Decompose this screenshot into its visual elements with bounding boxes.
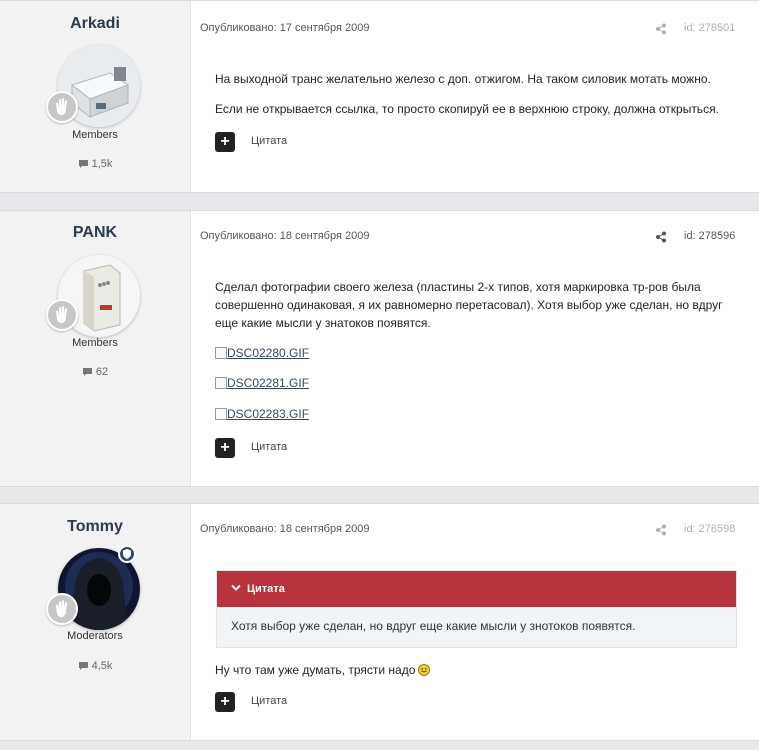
rank-badge bbox=[46, 91, 78, 123]
image-link[interactable]: DSC02281.GIF bbox=[215, 375, 309, 391]
quote-button[interactable]: Цитата bbox=[251, 441, 287, 453]
group-label: Members bbox=[72, 337, 118, 349]
multiquote-button[interactable]: + bbox=[215, 438, 235, 458]
moderator-badge bbox=[118, 545, 136, 563]
post-text: еще какие мысли у знатоков появятся. bbox=[215, 316, 431, 330]
post-id[interactable]: id: 278596 bbox=[684, 230, 735, 242]
post-tommy: Tommy Moderators 4,5k Опубликовано: 18 с… bbox=[0, 503, 759, 741]
broken-image-icon bbox=[215, 347, 227, 359]
plus-icon: + bbox=[220, 439, 230, 456]
post-id[interactable]: id: 278501 bbox=[684, 22, 735, 34]
quote-text: Хотя выбор уже сделан, но вдруг еще каки… bbox=[231, 619, 636, 633]
post-text: На выходной транс желательно железо с до… bbox=[215, 72, 711, 86]
plus-icon: + bbox=[220, 133, 230, 150]
rank-hand-icon bbox=[56, 600, 67, 617]
author-panel: Arkadi Members 1,5k bbox=[0, 1, 191, 192]
multiquote-button[interactable]: + bbox=[215, 692, 235, 712]
quote-header[interactable]: Цитата bbox=[217, 571, 736, 607]
smiley-icon bbox=[418, 664, 431, 676]
post-id[interactable]: id: 278598 bbox=[684, 523, 735, 535]
share-icon[interactable] bbox=[655, 231, 667, 243]
post-date[interactable]: Опубликовано: 18 сентября 2009 bbox=[200, 523, 369, 535]
group-label: Members bbox=[72, 129, 118, 141]
comment-icon bbox=[78, 160, 88, 168]
comment-icon bbox=[78, 662, 88, 670]
post-date[interactable]: Опубликовано: 17 сентября 2009 bbox=[200, 22, 369, 34]
share-icon[interactable] bbox=[655, 23, 667, 35]
share-icon[interactable] bbox=[655, 524, 667, 536]
broken-image-icon bbox=[215, 377, 227, 389]
author-panel: PANK Members 62 bbox=[0, 211, 191, 486]
broken-image-icon bbox=[215, 408, 227, 420]
quote-button[interactable]: Цитата bbox=[251, 695, 287, 707]
post-text: Ну что там уже думать, трясти надо bbox=[215, 661, 431, 679]
post-arkadi: Arkadi Members 1,5k Опубликовано: 17 сен… bbox=[0, 0, 759, 193]
rank-badge bbox=[46, 593, 78, 625]
multiquote-button[interactable]: + bbox=[215, 132, 235, 152]
post-count: 1,5k bbox=[0, 158, 190, 170]
author-name[interactable]: Arkadi bbox=[0, 15, 190, 33]
image-link[interactable]: DSC02283.GIF bbox=[215, 406, 309, 422]
author-name[interactable]: PANK bbox=[0, 224, 190, 242]
comment-icon bbox=[82, 368, 92, 376]
rank-hand-icon bbox=[56, 306, 67, 323]
plus-icon: + bbox=[220, 693, 230, 710]
rank-hand-icon bbox=[56, 98, 67, 115]
quote-block: Цитата Хотя выбор уже сделан, но вдруг е… bbox=[216, 570, 737, 648]
author-panel: Tommy Moderators 4,5k bbox=[0, 504, 191, 740]
post-text: совершенно одинаковая, я их равномерно п… bbox=[215, 298, 723, 312]
quote-title: Цитата bbox=[247, 583, 285, 595]
post-count: 4,5k bbox=[0, 660, 190, 672]
post-count: 62 bbox=[0, 366, 190, 378]
post-text: Сделал фотографии своего железа (пластин… bbox=[215, 280, 701, 294]
group-label: Moderators bbox=[67, 630, 123, 642]
shield-icon bbox=[123, 549, 131, 559]
rank-badge bbox=[46, 299, 78, 331]
quote-button[interactable]: Цитата bbox=[251, 135, 287, 147]
post-pank: PANK Members 62 Опубликовано: 18 сентябр… bbox=[0, 210, 759, 487]
author-name[interactable]: Tommy bbox=[0, 518, 190, 536]
chevron-down-icon bbox=[231, 571, 241, 607]
post-date[interactable]: Опубликовано: 18 сентября 2009 bbox=[200, 230, 369, 242]
post-text: Если не открывается ссылка, то просто ск… bbox=[215, 102, 719, 116]
image-link[interactable]: DSC02280.GIF bbox=[215, 345, 309, 361]
